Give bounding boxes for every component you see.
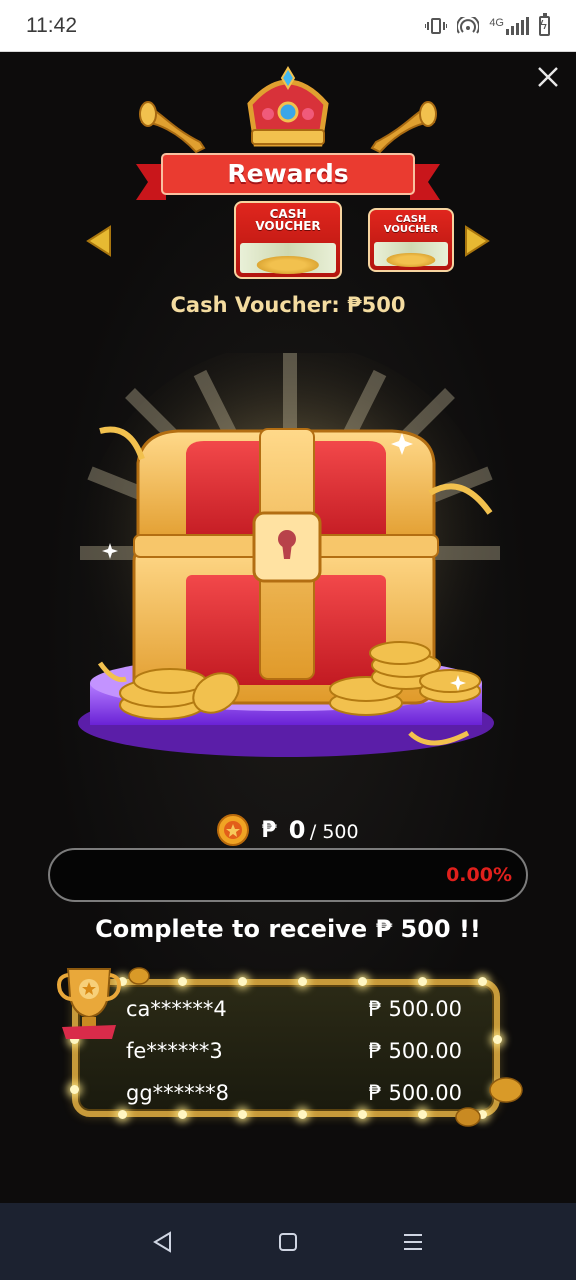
vibrate-icon — [425, 17, 448, 35]
nav-back-button[interactable] — [143, 1222, 183, 1262]
winner-user: ca******4 — [126, 997, 227, 1021]
progress-current: 0 — [288, 816, 306, 844]
trophy-icon — [57, 968, 121, 1039]
network-label: 4G — [489, 16, 504, 29]
coin-pile — [256, 256, 320, 274]
progress-target: / 500 — [309, 821, 359, 843]
trumpet-icon — [370, 101, 437, 154]
winner-amount: ₱ 500.00 — [368, 1039, 462, 1063]
rewards-header: Rewards — [136, 58, 440, 208]
winners-board: ca******4 ₱ 500.00 fe******3 ₱ 500.00 gg… — [70, 977, 502, 1119]
status-time: 11:42 — [26, 13, 77, 37]
battery-charging-icon — [539, 12, 550, 36]
winner-amount: ₱ 500.00 — [368, 997, 462, 1021]
rewards-title: Rewards — [227, 159, 349, 188]
menu-lines-icon — [404, 1233, 423, 1250]
trumpet-icon — [139, 101, 206, 154]
close-icon — [538, 67, 558, 87]
voucher-line2: VOUCHER — [255, 219, 321, 233]
nav-home-button[interactable] — [268, 1222, 308, 1262]
winner-row: gg******8 ₱ 500.00 — [126, 1073, 462, 1113]
voucher-line2: VOUCHER — [383, 224, 439, 235]
currency-symbol: ₱ — [261, 817, 277, 843]
voucher-card[interactable]: CASH VOUCHER — [368, 208, 454, 272]
home-square-icon — [278, 1232, 297, 1251]
crown-icon — [247, 66, 329, 147]
signal-icon: 4G — [489, 16, 529, 35]
nav-menu-button[interactable] — [393, 1222, 433, 1262]
rewards-modal: Rewards CASH VOUCHER CASH VOUCHER Cash Vou… — [0, 53, 576, 1203]
status-bar: 11:42 4G — [0, 0, 576, 52]
winner-row: fe******3 ₱ 500.00 — [126, 1031, 462, 1071]
coin-icon — [128, 967, 150, 985]
coin-icon — [217, 814, 250, 846]
close-button[interactable] — [534, 63, 562, 91]
arrow-left-icon[interactable] — [86, 225, 112, 257]
status-icons: 4G — [425, 12, 550, 36]
arrow-right-icon[interactable] — [464, 225, 490, 257]
coin-icon — [489, 1077, 523, 1103]
hotspot-icon — [457, 16, 480, 35]
progress-percent: 0.00% — [446, 864, 512, 886]
voucher-card-selected[interactable]: CASH VOUCHER — [234, 201, 342, 279]
winner-row: ca******4 ₱ 500.00 — [126, 989, 462, 1029]
winner-user: fe******3 — [126, 1039, 223, 1063]
coin-icon — [455, 1107, 481, 1127]
progress-info: ₱ 0 / 500 — [0, 813, 576, 847]
treasure-chest-illustration — [78, 353, 500, 763]
selected-voucher-label: Cash Voucher: ₱500 — [170, 293, 406, 317]
winner-amount: ₱ 500.00 — [368, 1081, 462, 1105]
back-triangle-icon — [152, 1230, 171, 1253]
complete-instruction: Complete to receive ₱ 500 !! — [95, 915, 481, 943]
progress-bar: 0.00% — [48, 848, 528, 902]
winner-user: gg******8 — [126, 1081, 230, 1105]
system-nav-bar — [0, 1203, 576, 1280]
